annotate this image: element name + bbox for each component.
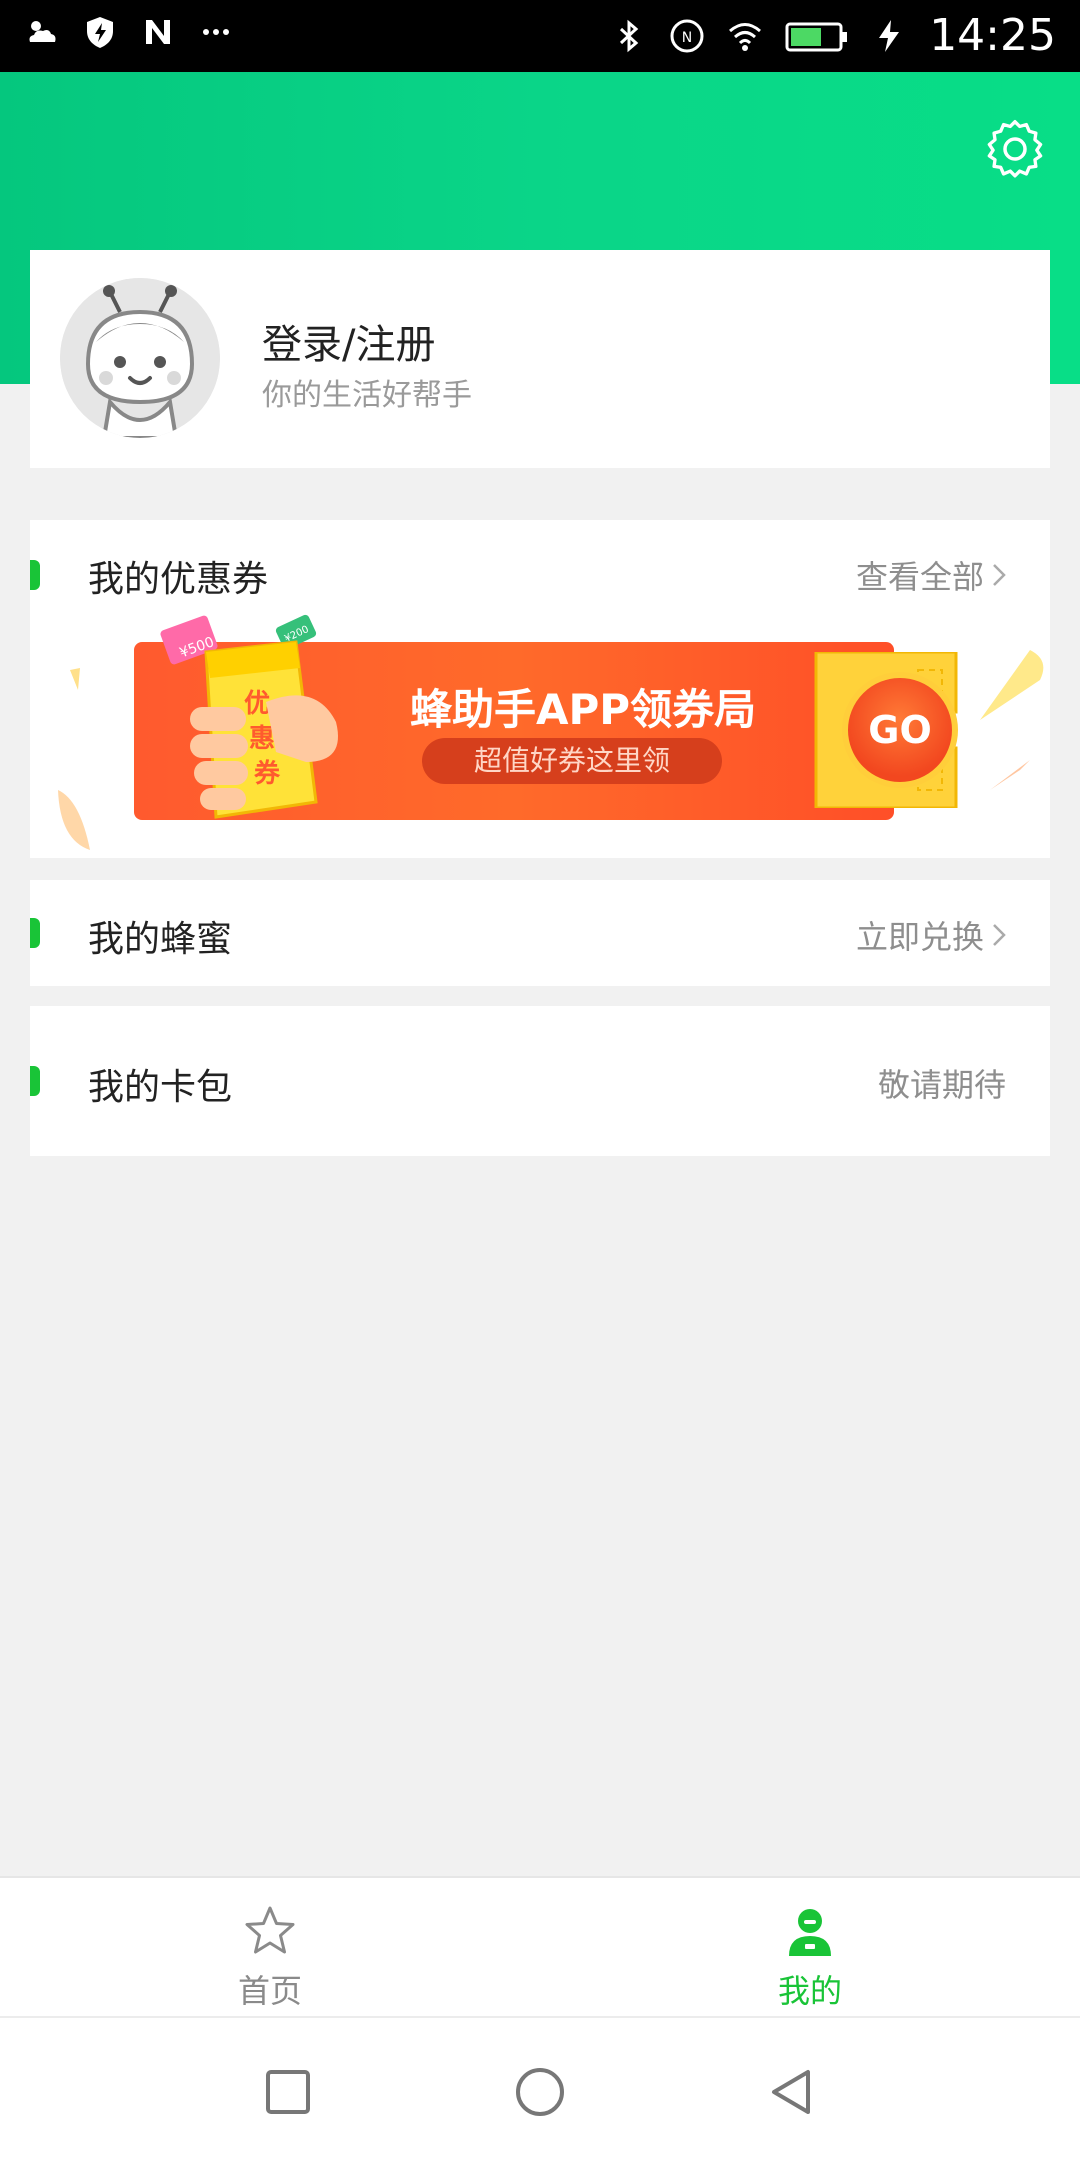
section-indicator [30, 918, 40, 948]
redeem-label: 立即兑换 [855, 918, 984, 956]
card-pack-title: 我的卡包 [88, 1067, 233, 1108]
bottom-tab-bar: 首页 我的 [0, 1876, 1080, 2018]
banner-subtitle: 超值好券这里领 [473, 744, 670, 777]
go-button[interactable]: GO [842, 672, 958, 788]
user-icon [789, 1909, 831, 1956]
tab-mine-label: 我的 [777, 1972, 842, 2010]
coming-soon-text: 敬请期待 [877, 1066, 1006, 1104]
coming-soon-label: 敬请期待 [878, 1060, 1006, 1106]
status-left-icons [24, 14, 234, 50]
system-navigation-bar [0, 2016, 1080, 2162]
coupons-card: 我的优惠券 查看全部 ¥500 ¥200 优 惠 券 蜂助手APP领券局 超值好… [30, 520, 1050, 858]
n-icon [146, 20, 170, 44]
star-icon [245, 1906, 295, 1954]
tab-home-label: 首页 [237, 1972, 302, 2010]
square-icon[interactable] [260, 2064, 316, 2120]
bluetooth-icon [620, 19, 639, 53]
clock: 14:25 [929, 10, 1056, 61]
svg-text:优: 优 [244, 689, 270, 719]
shield-icon [87, 17, 113, 48]
banner-title: 蜂助手APP领券局 [410, 685, 757, 734]
view-all-label: 查看全部 [855, 558, 984, 596]
login-card[interactable]: 登录/注册 你的生活好帮手 [30, 250, 1050, 468]
tab-mine[interactable]: 我的 [710, 1904, 910, 2012]
honey-title: 我的蜂蜜 [88, 919, 233, 960]
go-label: GO [868, 708, 932, 752]
charging-icon [879, 20, 900, 52]
svg-text:券: 券 [254, 759, 281, 789]
chevron-right-icon [993, 564, 1006, 586]
weather-icon [29, 21, 56, 42]
settings-gear-icon[interactable] [982, 116, 1048, 182]
coupons-title: 我的优惠券 [88, 559, 269, 600]
confetti-left-icon [58, 668, 90, 850]
section-indicator [30, 1066, 40, 1096]
profile-subtitle: 你的生活好帮手 [262, 378, 472, 413]
nfc-icon: N [670, 19, 704, 53]
coupon-banner[interactable]: ¥500 ¥200 优 惠 券 蜂助手APP领券局 超值好券这里领 GO [106, 614, 986, 820]
avatar[interactable] [60, 278, 220, 438]
card-pack-card[interactable]: 我的卡包 敬请期待 [30, 1006, 1050, 1156]
bee-avatar-icon [60, 278, 220, 438]
coupon-hand-illustration-icon: ¥500 ¥200 优 惠 券 [160, 614, 338, 819]
back-triangle-icon[interactable] [764, 2064, 820, 2120]
section-indicator [30, 560, 40, 590]
more-dots-icon [203, 29, 229, 35]
status-bar: N 14:25 [0, 0, 1080, 72]
battery-icon [785, 22, 848, 52]
view-all-link[interactable]: 查看全部 [856, 552, 1006, 598]
banner-subtitle-pill: 超值好券这里领 [422, 738, 722, 784]
svg-text:N: N [682, 30, 692, 46]
svg-text:惠: 惠 [249, 724, 275, 754]
login-register-link[interactable]: 登录/注册 [262, 312, 435, 370]
status-right-icons: N 14:25 [611, 10, 1056, 62]
wifi-icon [729, 23, 762, 51]
chevron-right-icon [993, 924, 1006, 946]
tab-home[interactable]: 首页 [170, 1904, 370, 2012]
honey-card[interactable]: 我的蜂蜜 立即兑换 [30, 880, 1050, 986]
redeem-link[interactable]: 立即兑换 [856, 912, 1006, 958]
circle-icon[interactable] [512, 2064, 568, 2120]
